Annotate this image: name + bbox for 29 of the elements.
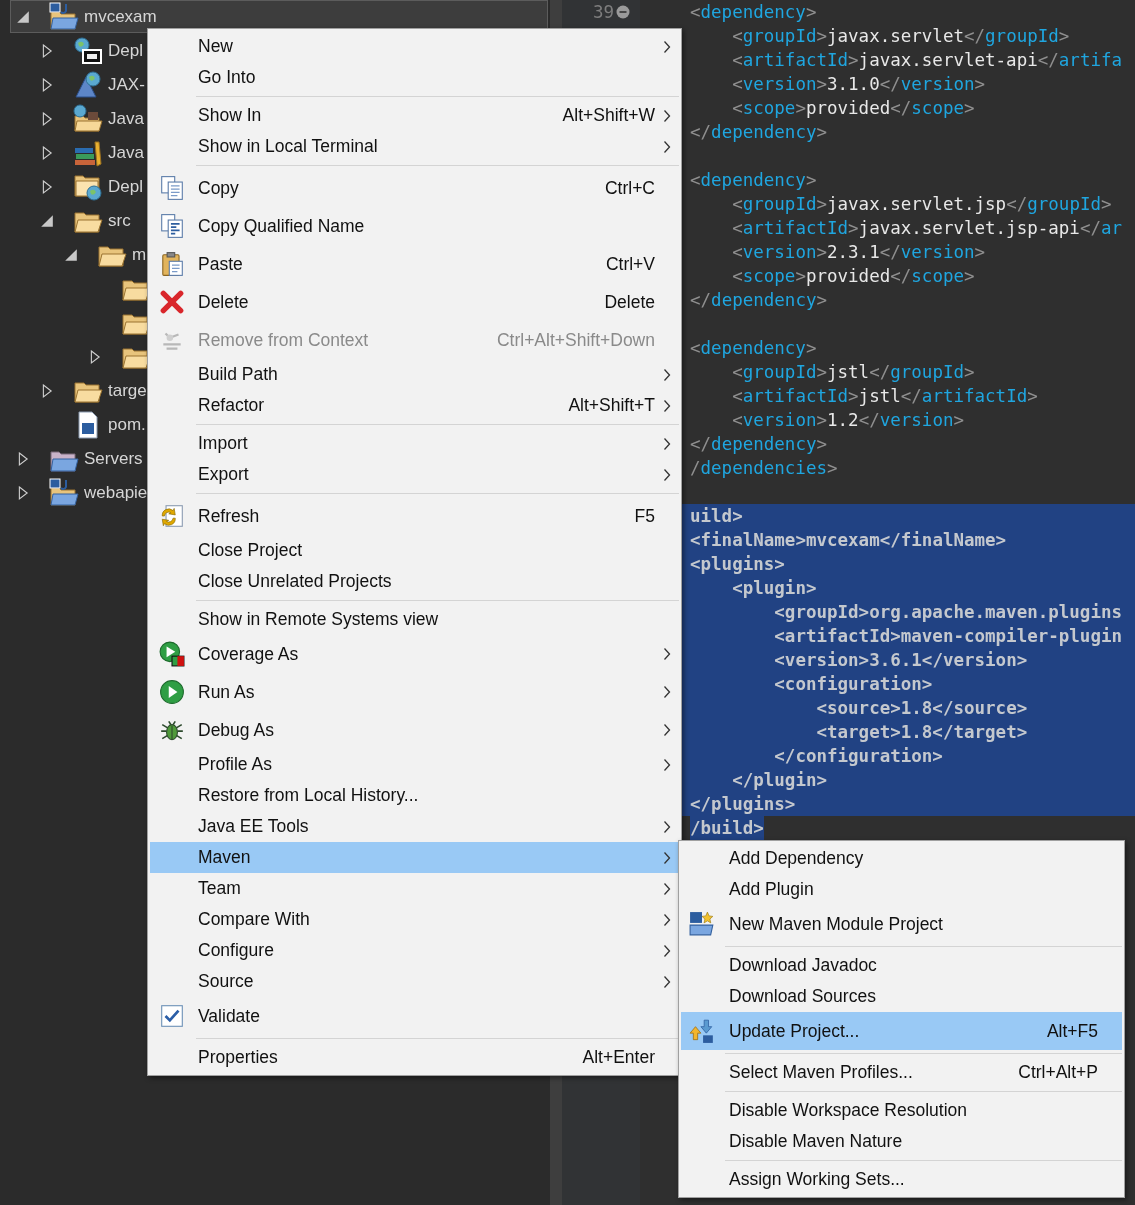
code-line: <artifactId>jstl</artifactId> [731,385,1038,408]
code-line: <artifactId>javax.servlet-api</artifa [731,49,1123,72]
keyboard-shortcut: Alt+Shift+T [567,395,655,416]
code-line: <version>2.3.1</version> [731,241,986,264]
keyboard-shortcut: F5 [633,505,655,527]
code-line: <dependency> [690,1,817,24]
line-number: 39 [592,1,614,24]
code-line: </dependency> [690,121,827,144]
keyboard-shortcut: Alt+Shift+W [561,105,655,126]
code-line: <groupId>javax.servlet.jsp</groupId> [731,193,1112,216]
code-line: <dependency> [690,337,817,360]
keyboard-shortcut: Ctrl+V [604,253,655,275]
code-line: <groupId>jstl</groupId> [731,361,975,384]
code-line: </dependency> [690,289,827,312]
keyboard-shortcut: Delete [603,291,655,313]
code-line: <dependency> [690,169,817,192]
code-line: /dependencies> [690,457,838,480]
code-line: <artifactId>javax.servlet.jsp-api</ar [731,217,1123,240]
code-line: <version>1.2</version> [731,409,965,432]
code-line: <scope>provided</scope> [731,265,975,288]
code-line: </dependency> [690,433,827,456]
keyboard-shortcut: Ctrl+C [603,177,655,199]
keyboard-shortcut: Ctrl+Alt+Shift+Down [495,329,655,351]
code-line: <scope>provided</scope> [731,97,975,120]
keyboard-shortcut: Alt+Enter [581,1047,655,1068]
code-line: <groupId>javax.servlet</groupId> [731,25,1070,48]
keyboard-shortcut: Alt+F5 [1045,1020,1098,1042]
code-line: <version>3.1.0</version> [731,73,986,96]
keyboard-shortcut: Ctrl+Alt+P [1017,1062,1098,1083]
